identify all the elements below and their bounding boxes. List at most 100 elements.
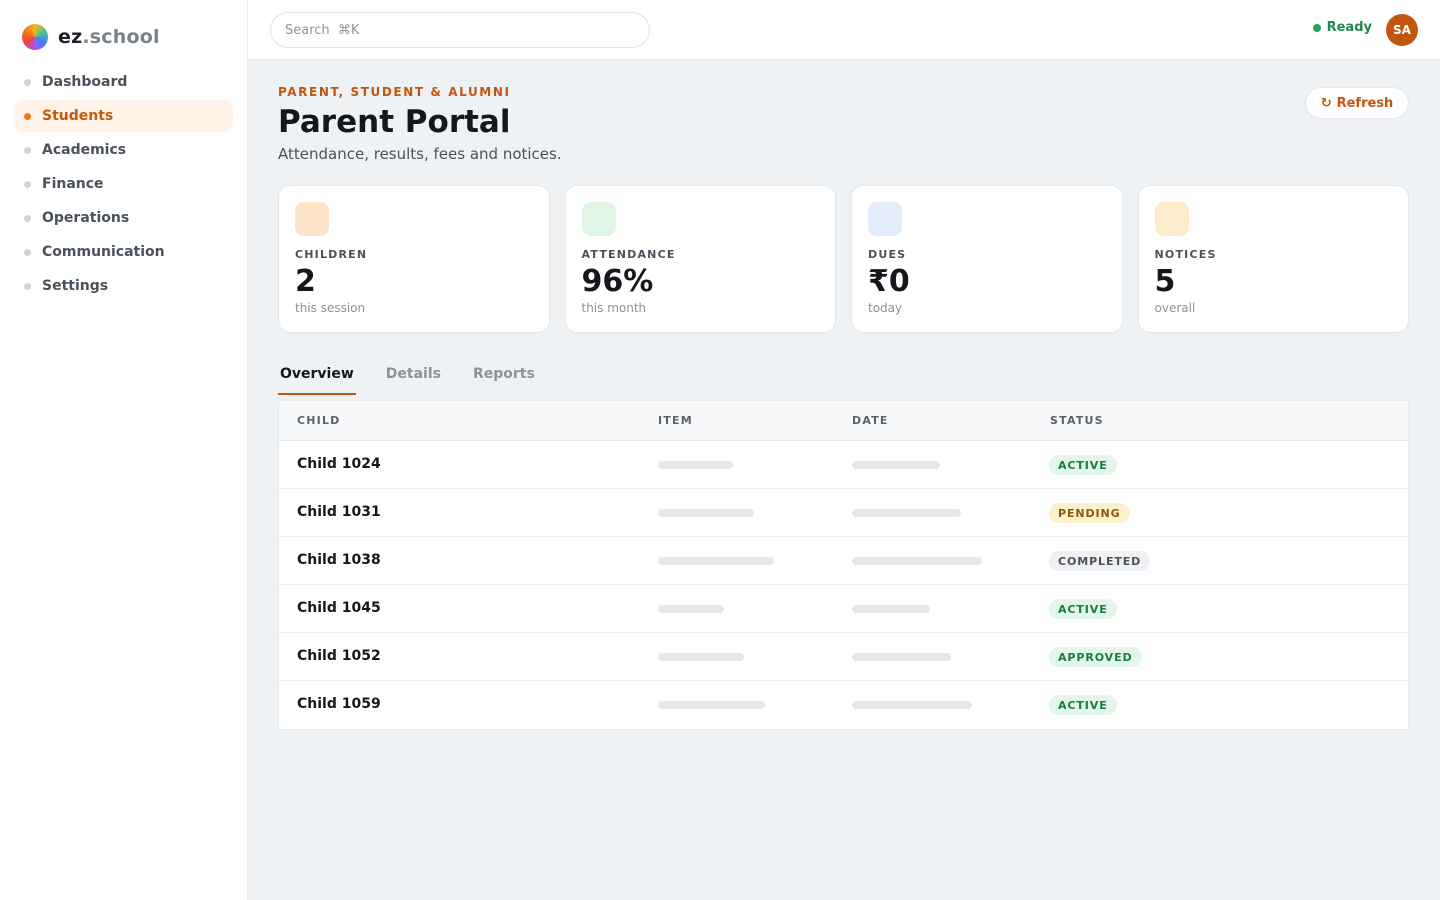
- item-placeholder: [658, 701, 765, 709]
- date-placeholder: [852, 701, 972, 709]
- table-row[interactable]: Child 1059 ACTIVE: [279, 681, 1408, 729]
- sidebar-item-operations[interactable]: Operations: [14, 202, 233, 234]
- sidebar-item-finance[interactable]: Finance: [14, 168, 233, 200]
- avatar[interactable]: SA: [1386, 14, 1418, 46]
- stat-label: ATTENDANCE: [581, 248, 676, 261]
- tab-bar: Overview Details Reports: [278, 360, 565, 396]
- nav-dot-icon: [24, 180, 31, 188]
- item-placeholder: [658, 557, 774, 565]
- stat-card-dues: DUES ₹0 today: [851, 185, 1123, 333]
- child-name: Child 1052: [297, 648, 381, 664]
- stat-card-notices: NOTICES 5 overall: [1137, 185, 1409, 333]
- table-row[interactable]: Child 1024 ACTIVE: [279, 441, 1408, 489]
- stat-chip-icon: [1154, 202, 1189, 236]
- status-badge: ACTIVE: [1049, 695, 1117, 715]
- column-header-status[interactable]: STATUS: [1050, 414, 1104, 427]
- table-row[interactable]: Child 1031 PENDING: [279, 489, 1408, 537]
- date-placeholder: [852, 605, 930, 613]
- status-badge: PENDING: [1049, 503, 1130, 523]
- nav-dot-icon: [24, 146, 31, 154]
- table-row[interactable]: Child 1052 APPROVED: [279, 633, 1408, 681]
- nav-dot-icon: [24, 248, 31, 256]
- brand-logo-icon: [22, 24, 48, 50]
- status-text: Ready: [1326, 20, 1372, 35]
- stat-label: CHILDREN: [295, 248, 368, 261]
- status-badge: ACTIVE: [1049, 455, 1117, 475]
- child-name: Child 1059: [297, 696, 381, 712]
- topbar: Ready SA: [248, 0, 1440, 60]
- stat-chip-icon: [295, 202, 329, 236]
- stat-label: NOTICES: [1154, 248, 1217, 261]
- stat-sub: today: [868, 301, 903, 315]
- sidebar-item-dashboard[interactable]: Dashboard: [14, 66, 233, 98]
- brand-name-rest: .school: [82, 26, 160, 48]
- child-name: Child 1031: [297, 504, 381, 520]
- date-placeholder: [852, 653, 951, 661]
- sidebar-item-settings[interactable]: Settings: [14, 270, 233, 302]
- table-header: CHILD ITEM DATE STATUS: [279, 401, 1408, 441]
- children-table: CHILD ITEM DATE STATUS Child 1024 ACTIVE…: [278, 400, 1409, 730]
- refresh-button[interactable]: ↻ Refresh: [1305, 87, 1409, 119]
- page-title: Parent Portal: [278, 104, 511, 140]
- stat-card-attendance: ATTENDANCE 96% this month: [564, 185, 836, 333]
- nav-dot-icon: [24, 214, 31, 222]
- stat-label: DUES: [868, 248, 907, 261]
- column-header-date[interactable]: DATE: [852, 414, 889, 427]
- child-name: Child 1045: [297, 600, 381, 616]
- item-placeholder: [658, 509, 754, 517]
- sidebar-item-label: Settings: [42, 278, 109, 294]
- table-row[interactable]: Child 1045 ACTIVE: [279, 585, 1408, 633]
- sidebar-item-students[interactable]: Students: [14, 100, 233, 132]
- nav-dot-icon: [24, 282, 31, 290]
- sidebar-item-label: Operations: [42, 210, 130, 226]
- sidebar-nav: Dashboard Students Academics Finance Ope…: [14, 66, 233, 304]
- status-badge: ACTIVE: [1049, 599, 1117, 619]
- column-header-child[interactable]: CHILD: [297, 414, 341, 427]
- stat-sub: this month: [581, 301, 647, 315]
- stat-sub: overall: [1154, 301, 1196, 315]
- sidebar-item-label: Dashboard: [42, 74, 128, 90]
- brand-name-bold: ez: [58, 26, 83, 48]
- stat-chip-icon: [581, 202, 616, 236]
- brand-name: ez.school: [58, 26, 160, 48]
- table-row[interactable]: Child 1038 COMPLETED: [279, 537, 1408, 585]
- search-input[interactable]: [270, 12, 650, 48]
- page-eyebrow: PARENT, STUDENT & ALUMNI: [278, 85, 511, 99]
- stat-chip-icon: [868, 202, 902, 236]
- item-placeholder: [658, 461, 733, 469]
- sidebar-item-academics[interactable]: Academics: [14, 134, 233, 166]
- refresh-icon: ↻: [1320, 95, 1332, 111]
- stat-value: ₹0: [868, 264, 910, 299]
- column-header-item[interactable]: ITEM: [658, 414, 693, 427]
- tab-overview[interactable]: Overview: [278, 360, 356, 395]
- page-subtitle: Attendance, results, fees and notices.: [278, 145, 562, 163]
- date-placeholder: [852, 557, 982, 565]
- status-badge: APPROVED: [1049, 647, 1142, 667]
- tab-details[interactable]: Details: [384, 360, 443, 395]
- sidebar: ez.school Dashboard Students Academics F…: [0, 0, 248, 900]
- sidebar-item-communication[interactable]: Communication: [14, 236, 233, 268]
- status-dot-icon: [1312, 23, 1321, 32]
- child-name: Child 1024: [297, 456, 381, 472]
- stat-value: 5: [1154, 264, 1176, 299]
- date-placeholder: [852, 509, 961, 517]
- stat-card-children: CHILDREN 2 this session: [278, 185, 550, 333]
- sidebar-item-label: Communication: [42, 244, 165, 260]
- sidebar-item-label: Academics: [42, 142, 127, 158]
- nav-dot-icon: [24, 112, 31, 120]
- stat-value: 96%: [581, 264, 654, 299]
- tab-reports[interactable]: Reports: [471, 360, 537, 395]
- stat-cards: CHILDREN 2 this session ATTENDANCE 96% t…: [278, 185, 1409, 333]
- child-name: Child 1038: [297, 552, 381, 568]
- refresh-label: Refresh: [1336, 95, 1394, 111]
- item-placeholder: [658, 653, 744, 661]
- status-badge: COMPLETED: [1049, 551, 1151, 571]
- item-placeholder: [658, 605, 724, 613]
- nav-dot-icon: [24, 78, 31, 86]
- brand[interactable]: ez.school: [22, 24, 160, 50]
- stat-value: 2: [295, 264, 316, 299]
- sidebar-item-label: Students: [42, 108, 114, 124]
- date-placeholder: [852, 461, 940, 469]
- status-indicator: Ready: [1312, 20, 1372, 35]
- stat-sub: this session: [295, 301, 366, 315]
